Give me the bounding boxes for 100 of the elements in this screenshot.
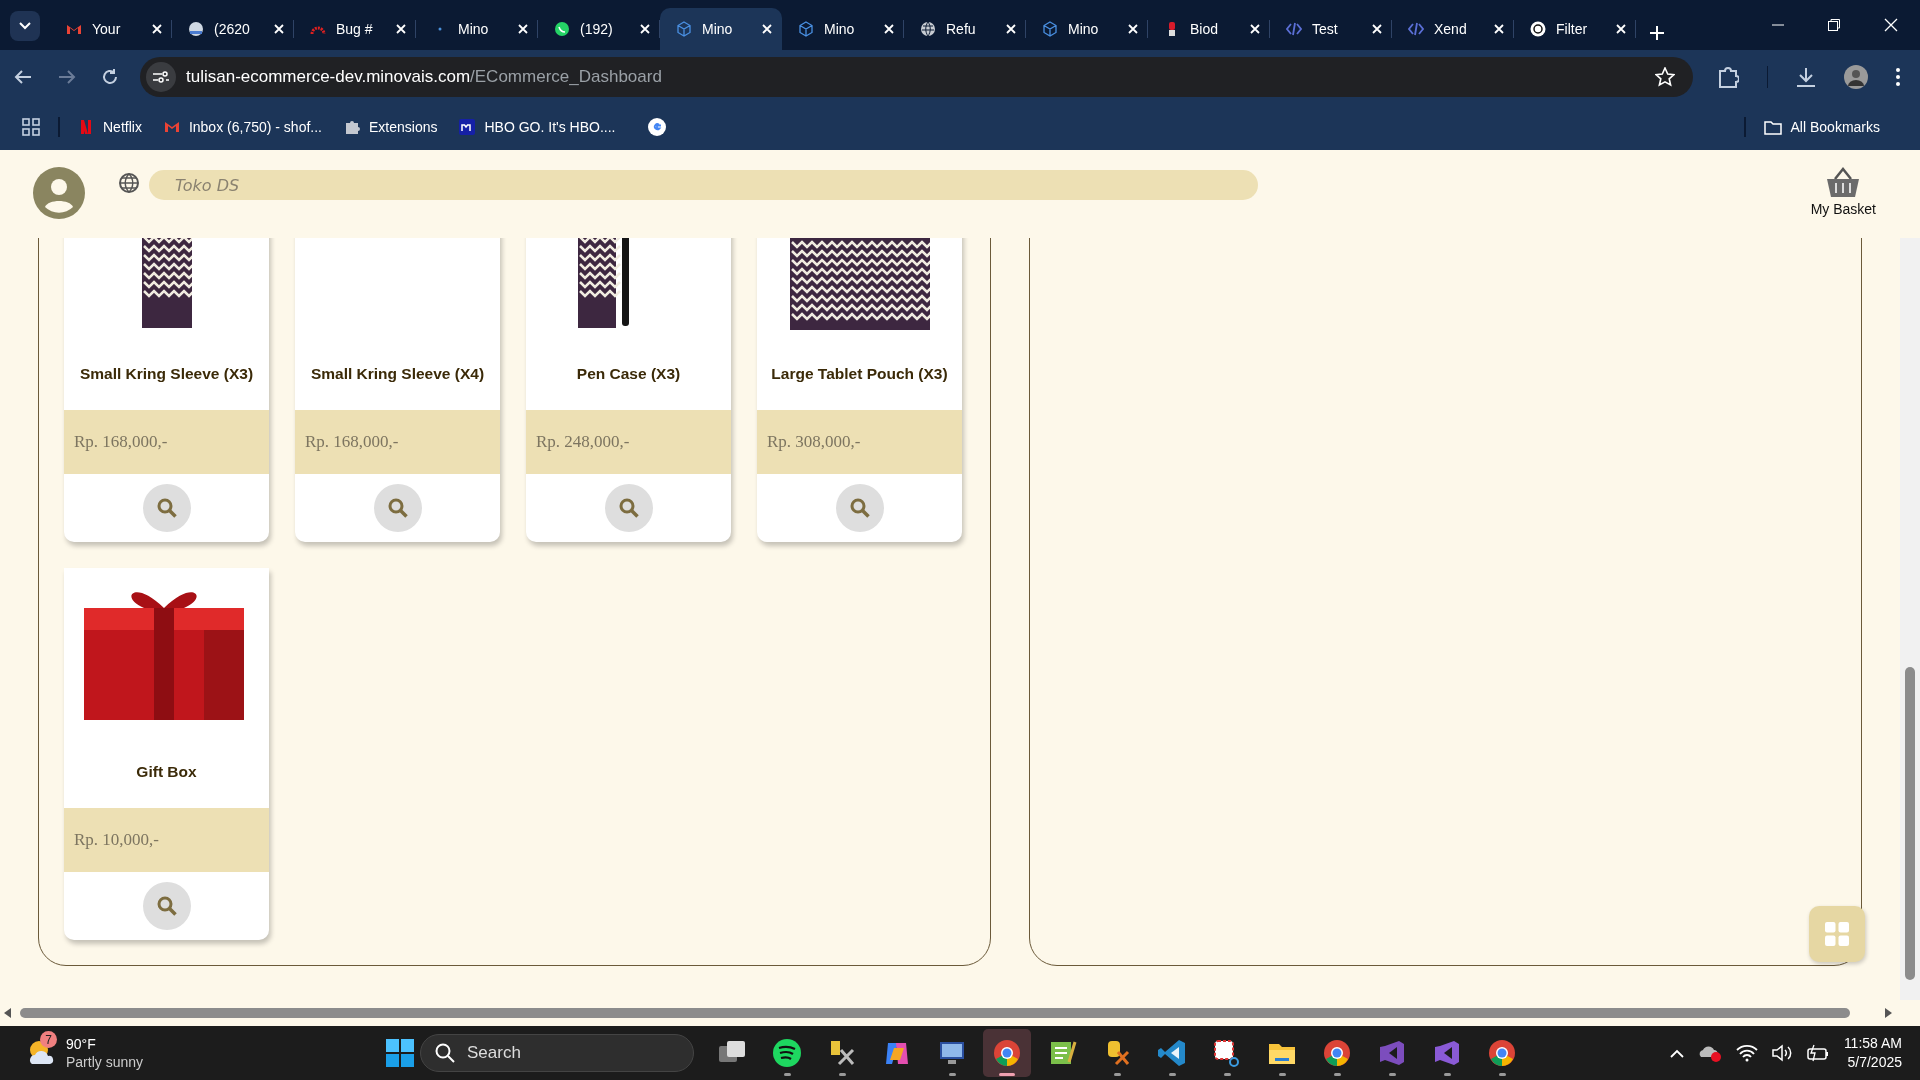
mail-icon — [163, 119, 180, 135]
vertical-scrollbar[interactable] — [1900, 238, 1920, 1000]
product-card[interactable]: Pen Case (X3) Rp. 248,000,- — [526, 238, 731, 542]
wifi-icon[interactable] — [1735, 1044, 1758, 1062]
music-icon — [772, 1038, 802, 1068]
product-price: Rp. 168,000,- — [74, 432, 168, 452]
browser-tab[interactable]: Your — [50, 8, 172, 50]
taskbar-app[interactable] — [983, 1029, 1031, 1077]
close-tab-icon[interactable] — [1006, 24, 1016, 34]
view-product-button[interactable] — [373, 484, 422, 532]
close-tab-icon[interactable] — [762, 24, 772, 34]
browser-tab[interactable]: Xend — [1392, 8, 1514, 50]
all-bookmarks-button[interactable]: All Bookmarks — [1763, 119, 1880, 135]
close-tab-icon[interactable] — [1372, 24, 1382, 34]
browser-tab[interactable]: (2620 — [172, 8, 294, 50]
product-card[interactable]: Small Kring Sleeve (X3) Rp. 168,000,- — [64, 238, 269, 542]
search-icon — [156, 896, 177, 916]
puzzle-icon — [344, 119, 360, 135]
ide-icon — [1432, 1038, 1462, 1068]
chat-icon — [554, 21, 570, 37]
bookmark-star-icon[interactable] — [1655, 67, 1675, 87]
browser-tab[interactable]: Mino — [416, 8, 538, 50]
store-search-field[interactable]: Toko DS — [149, 170, 1258, 200]
bookmark-link[interactable]: HBO GO. It's HBO.... — [459, 119, 616, 135]
new-tab-icon[interactable] — [1650, 26, 1664, 40]
close-tab-icon[interactable] — [1616, 24, 1626, 34]
profile-avatar-icon[interactable] — [1844, 65, 1868, 89]
taskbar-search-field[interactable]: Search — [420, 1034, 694, 1072]
close-tab-icon[interactable] — [1128, 24, 1138, 34]
ide-icon — [1377, 1038, 1407, 1068]
view-product-button[interactable] — [142, 882, 191, 930]
product-card[interactable]: Small Kring Sleeve (X4) Rp. 168,000,- — [295, 238, 500, 542]
apps-grid-icon[interactable] — [22, 118, 40, 136]
product-card[interactable]: Gift Box Rp. 10,000,- — [64, 568, 269, 940]
product-price: Rp. 308,000,- — [767, 432, 861, 452]
clock[interactable]: 11:58 AM 5/7/2025 — [1843, 1034, 1902, 1072]
more-menu-icon[interactable] — [1896, 68, 1900, 86]
volume-icon[interactable] — [1771, 1044, 1792, 1062]
search-icon — [387, 498, 408, 518]
browser-tab[interactable]: (192) — [538, 8, 660, 50]
scroll-right-icon[interactable] — [1884, 1008, 1892, 1018]
browser-icon — [1322, 1038, 1352, 1068]
basket-button[interactable]: My Basket — [1810, 167, 1876, 217]
code-icon — [1408, 21, 1424, 37]
puzzle-icon[interactable] — [1717, 66, 1739, 88]
user-avatar-icon[interactable] — [33, 167, 85, 219]
browser-tab[interactable]: Mino — [660, 8, 782, 50]
close-tab-icon[interactable] — [152, 24, 162, 34]
close-tab-icon[interactable] — [884, 24, 894, 34]
close-tab-icon[interactable] — [1250, 24, 1260, 34]
browser-icon — [992, 1038, 1022, 1068]
battery-icon[interactable] — [1805, 1044, 1830, 1062]
close-tab-icon[interactable] — [274, 24, 284, 34]
close-tab-icon[interactable] — [396, 24, 406, 34]
product-price: Rp. 10,000,- — [74, 830, 159, 850]
restore-icon[interactable] — [1828, 19, 1840, 31]
view-product-button[interactable] — [142, 484, 191, 532]
bookmark-link[interactable]: Extensions — [344, 119, 438, 135]
close-tab-icon[interactable] — [518, 24, 528, 34]
browser-tab[interactable]: Bug # — [294, 8, 416, 50]
browser-tab[interactable]: Mino — [782, 8, 904, 50]
bookmark-link[interactable]: Inbox (6,750) - shof... — [163, 119, 322, 135]
code-icon — [1286, 21, 1302, 37]
browser-tab[interactable]: Test — [1270, 8, 1392, 50]
back-icon[interactable] — [14, 69, 32, 85]
product-card[interactable]: Large Tablet Pouch (X3) Rp. 308,000,- — [757, 238, 962, 542]
search-icon — [435, 1043, 455, 1063]
scroll-left-icon[interactable] — [4, 1008, 12, 1018]
tab-list-button[interactable] — [10, 11, 40, 41]
close-tab-icon[interactable] — [1494, 24, 1504, 34]
download-icon[interactable] — [1796, 67, 1816, 87]
search-icon — [618, 498, 639, 518]
globe-icon — [920, 21, 936, 37]
globe-icon[interactable] — [119, 173, 139, 193]
address-bar[interactable]: tulisan-ecommerce-dev.minovais.com/ECommerce_Dashboard — [140, 57, 1693, 97]
cloud-error-icon[interactable] — [1697, 1043, 1722, 1063]
url-text: tulisan-ecommerce-dev.minovais.com/ECommerce_Dashboard — [186, 67, 663, 87]
view-product-button[interactable] — [835, 484, 884, 532]
reload-icon[interactable] — [102, 69, 118, 85]
cube-icon — [798, 21, 814, 37]
browser-tab[interactable]: Filter — [1514, 8, 1636, 50]
view-product-button[interactable] — [604, 484, 653, 532]
chevron-up-icon[interactable] — [1669, 1048, 1684, 1058]
browser-tab[interactable]: Mino — [1026, 8, 1148, 50]
close-tab-icon[interactable] — [640, 24, 650, 34]
product-name: Large Tablet Pouch (X3) — [771, 365, 948, 383]
grid-icon — [1825, 922, 1849, 946]
search-icon — [156, 498, 177, 518]
sliders-icon — [153, 70, 169, 84]
basket-icon — [1825, 167, 1862, 199]
browser-tab[interactable]: Biod — [1148, 8, 1270, 50]
search-engine-icon[interactable] — [647, 118, 666, 136]
browser-tab[interactable]: Refu — [904, 8, 1026, 50]
start-icon[interactable] — [386, 1039, 414, 1067]
bookmark-link[interactable]: Netflix — [78, 119, 142, 135]
forward-icon[interactable] — [58, 69, 76, 85]
notification-badge: 7 — [40, 1031, 57, 1048]
site-info-icon[interactable] — [146, 62, 176, 92]
close-icon[interactable] — [1884, 18, 1898, 32]
scissors-icon — [1212, 1038, 1242, 1068]
